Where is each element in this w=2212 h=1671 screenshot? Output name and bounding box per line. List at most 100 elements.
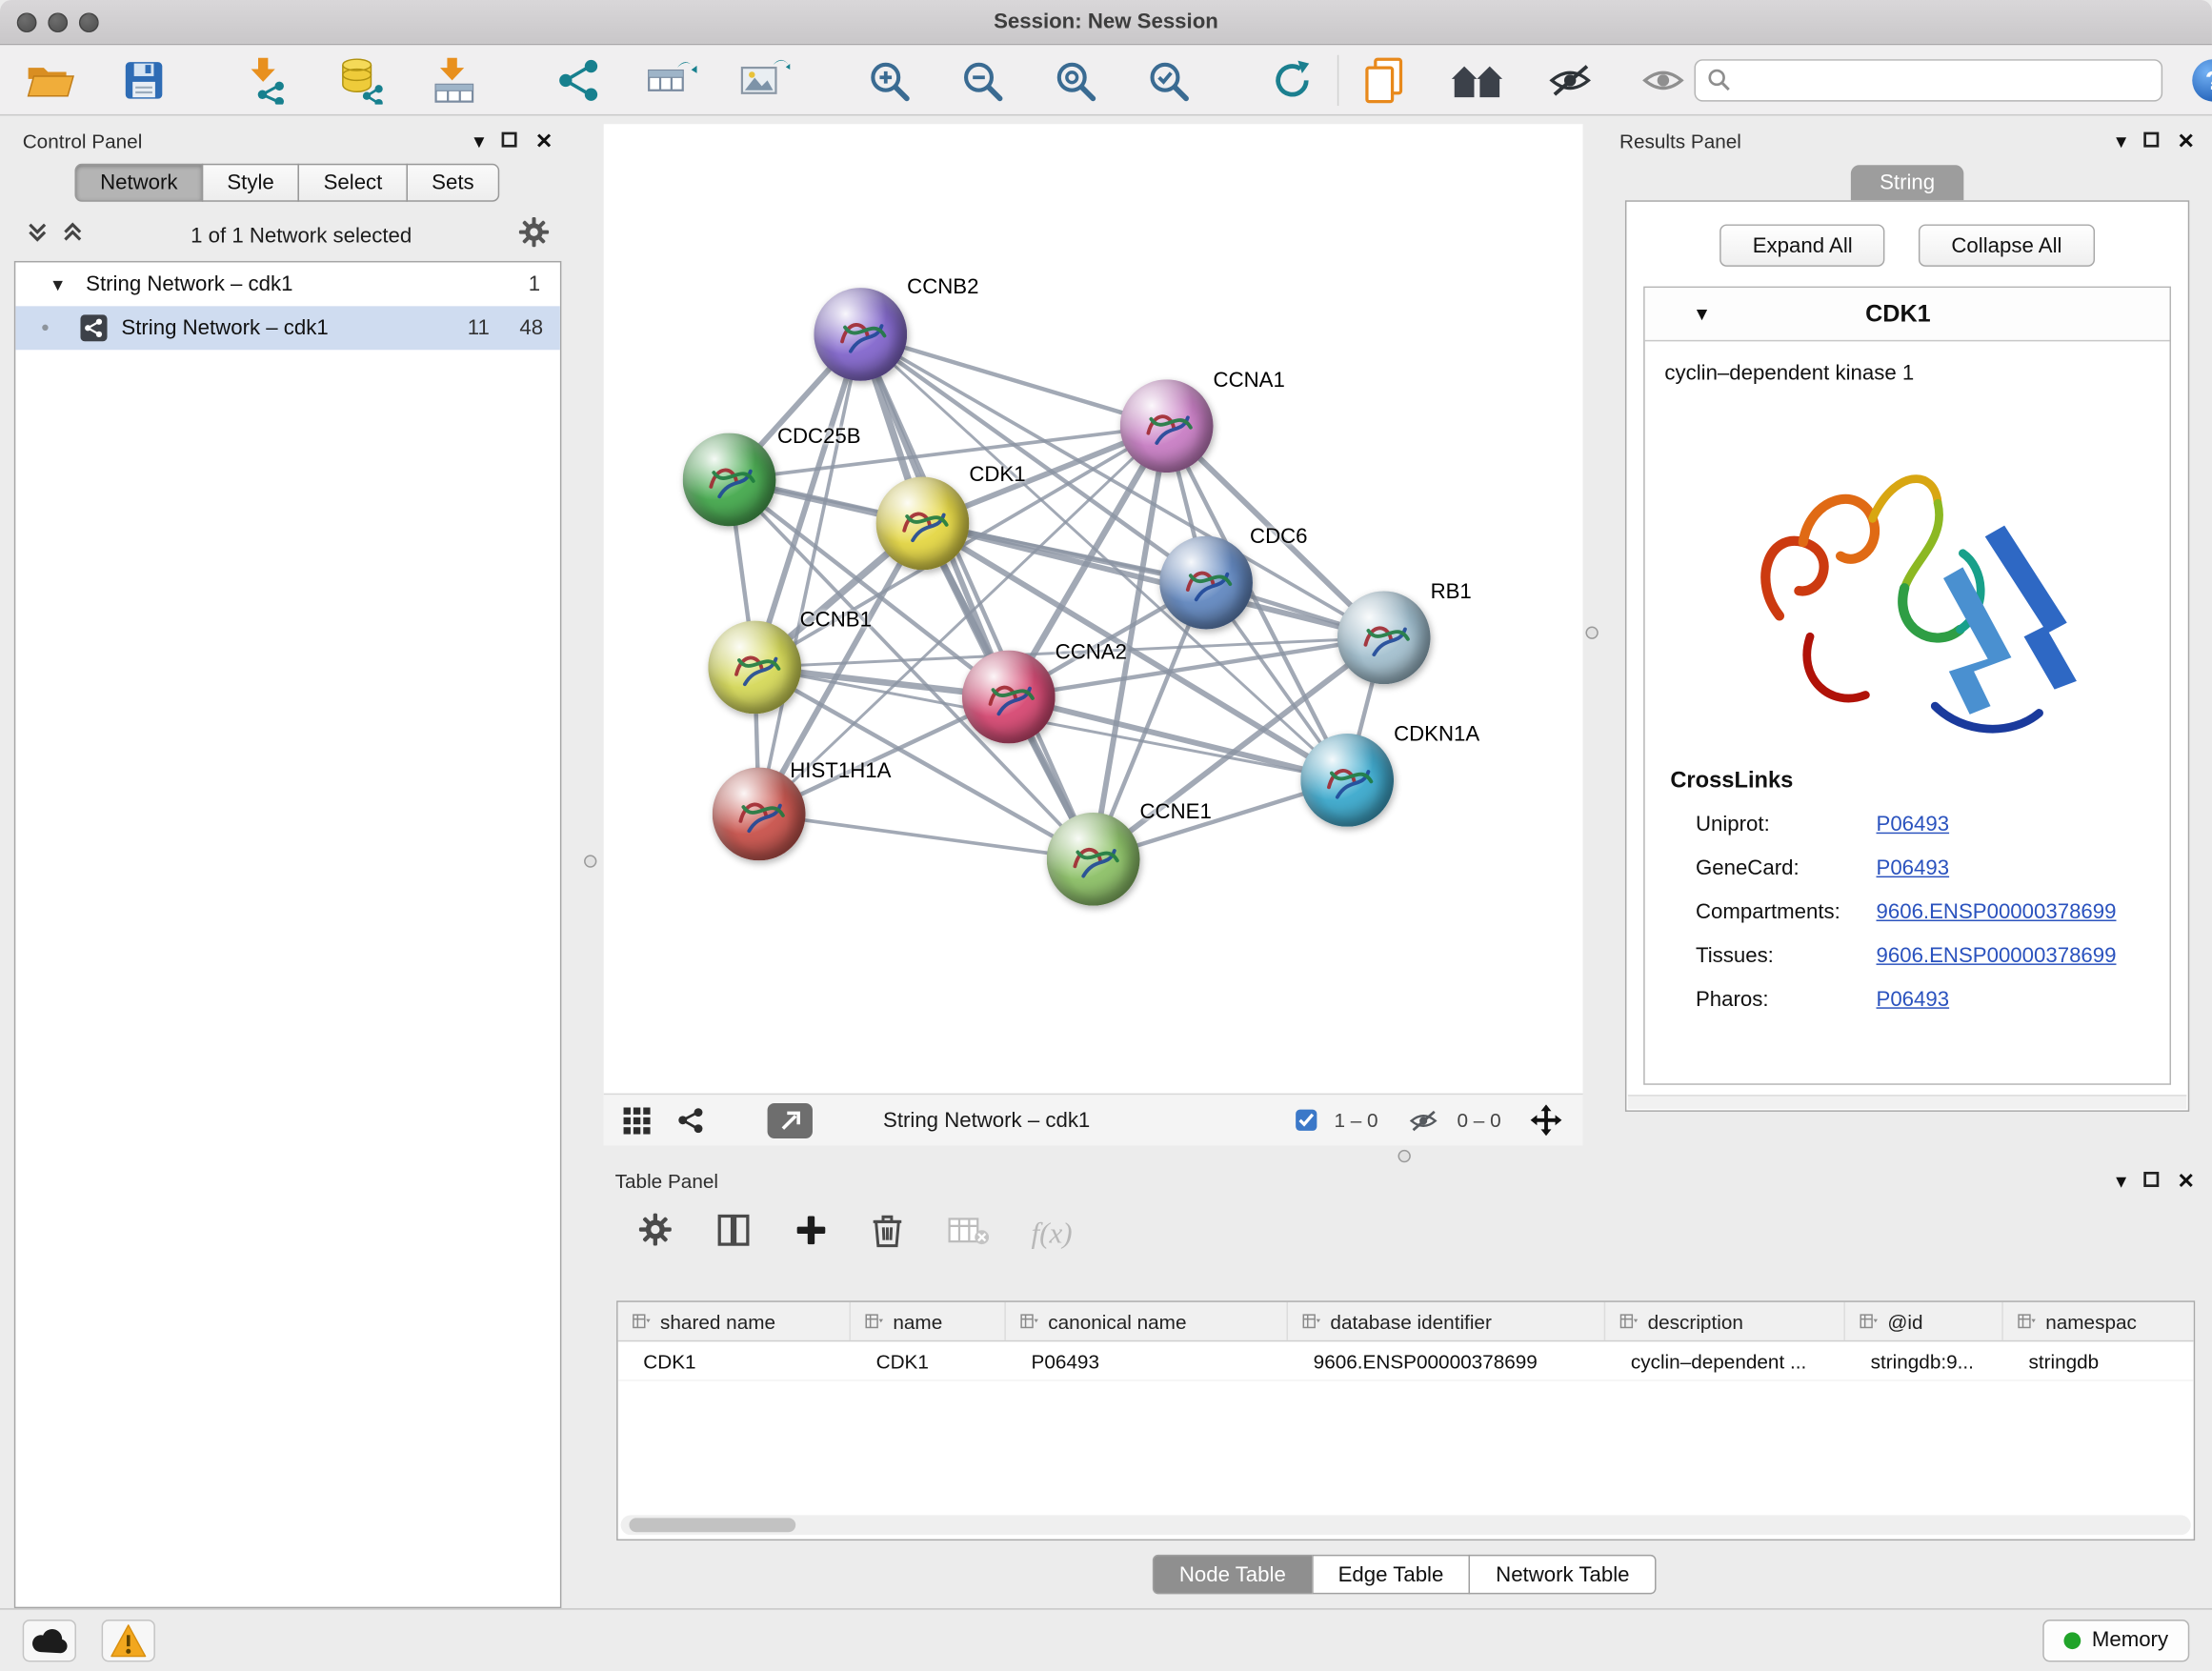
tab-node-table[interactable]: Node Table (1153, 1555, 1313, 1594)
add-column-icon[interactable] (794, 1213, 829, 1254)
network-node-ccna1[interactable] (1120, 379, 1214, 473)
crosslink-link[interactable]: P06493 (1877, 988, 1950, 1012)
network-node-ccna2[interactable] (962, 651, 1056, 744)
results-horizontal-scrollbar[interactable] (1628, 1095, 2186, 1109)
first-neighbors-button[interactable] (1446, 50, 1508, 110)
tab-network[interactable]: Network (74, 164, 203, 202)
import-table-from-file-button[interactable] (423, 50, 485, 110)
network-edge[interactable] (759, 334, 861, 814)
section-expander-icon[interactable]: ▼ (1693, 303, 1711, 324)
splitter-handle[interactable] (584, 855, 596, 867)
table-cell[interactable]: CDK1 (618, 1341, 851, 1379)
delete-column-icon[interactable] (871, 1211, 905, 1255)
table-cell[interactable]: 9606.ENSP00000378699 (1288, 1341, 1605, 1379)
import-network-from-file-button[interactable] (237, 50, 299, 110)
tab-select[interactable]: Select (298, 164, 408, 202)
panel-float-icon[interactable] (501, 131, 518, 151)
tab-sets[interactable]: Sets (407, 164, 500, 202)
network-options-gear-icon[interactable] (517, 216, 550, 255)
network-node-ccne1[interactable] (1047, 813, 1140, 906)
selected-checkbox-icon[interactable] (1295, 1109, 1317, 1132)
panel-menu-icon[interactable]: ▾ (473, 131, 484, 151)
clone-network-button[interactable] (1353, 50, 1415, 110)
network-node-ccnb1[interactable] (708, 621, 801, 715)
zoom-fit-button[interactable] (1044, 50, 1106, 110)
table-horizontal-scrollbar[interactable] (621, 1515, 2191, 1535)
network-node-rb1[interactable] (1337, 591, 1431, 684)
tab-style[interactable]: Style (202, 164, 300, 202)
column-header-description[interactable]: description (1605, 1302, 1845, 1340)
panel-close-icon[interactable]: ✕ (535, 131, 553, 151)
warnings-button[interactable] (102, 1619, 155, 1661)
table-settings-gear-icon[interactable] (637, 1212, 673, 1254)
apply-layout-button[interactable] (1261, 50, 1323, 110)
splitter-handle[interactable] (1585, 626, 1598, 638)
panel-menu-icon[interactable]: ▾ (2116, 131, 2126, 151)
network-overview-icon[interactable] (675, 1105, 705, 1135)
expand-all-networks-icon[interactable] (61, 220, 85, 252)
crosslink-link[interactable]: P06493 (1877, 856, 1950, 880)
column-header-name[interactable]: name (851, 1302, 1006, 1340)
new-network-button[interactable] (548, 50, 610, 110)
column-header-database-identifier[interactable]: database identifier (1288, 1302, 1605, 1340)
network-edge[interactable] (922, 523, 1383, 637)
panel-close-icon[interactable]: ✕ (2178, 1170, 2196, 1191)
crosslink-link[interactable]: P06493 (1877, 813, 1950, 836)
protein-section-header[interactable]: ▼ CDK1 (1645, 288, 2170, 341)
cloud-status-button[interactable] (23, 1619, 76, 1661)
expand-all-button[interactable]: Expand All (1720, 224, 1885, 266)
hidden-eye-icon[interactable] (1406, 1108, 1440, 1132)
network-node-cdc25b[interactable] (683, 433, 776, 527)
network-node-cdkn1a[interactable] (1300, 734, 1394, 827)
column-header-canonical-name[interactable]: canonical name (1006, 1302, 1288, 1340)
tab-string[interactable]: String (1851, 165, 1962, 200)
search-input[interactable] (1739, 69, 2150, 91)
hide-selected-button[interactable] (1539, 50, 1601, 110)
tab-edge-table[interactable]: Edge Table (1311, 1555, 1470, 1594)
zoom-in-button[interactable] (857, 50, 919, 110)
network-row[interactable]: ● String Network – cdk1 11 48 (15, 306, 560, 350)
import-network-from-database-button[interactable] (331, 50, 392, 110)
collapse-all-button[interactable]: Collapse All (1919, 224, 2094, 266)
network-collection-row[interactable]: ▼ String Network – cdk1 1 (15, 262, 560, 306)
open-session-button[interactable] (20, 50, 82, 110)
memory-button[interactable]: Memory (2042, 1619, 2189, 1661)
column-header-namespac[interactable]: namespac (2003, 1302, 2195, 1340)
splitter-handle[interactable] (1398, 1150, 1411, 1162)
zoom-out-button[interactable] (951, 50, 1013, 110)
collapse-all-networks-icon[interactable] (26, 220, 50, 252)
show-all-button[interactable] (1632, 50, 1694, 110)
table-cell[interactable]: CDK1 (851, 1341, 1006, 1379)
column-header--id[interactable]: @id (1845, 1302, 2003, 1340)
panel-float-icon[interactable] (2143, 1170, 2161, 1191)
export-view-button[interactable] (768, 1102, 813, 1137)
save-session-button[interactable] (112, 50, 174, 110)
birdseye-view-icon[interactable] (624, 1107, 651, 1134)
panel-float-icon[interactable] (2143, 131, 2161, 151)
network-node-cdc6[interactable] (1159, 536, 1253, 630)
network-edge[interactable] (860, 334, 1093, 859)
crosslink-link[interactable]: 9606.ENSP00000378699 (1877, 900, 2117, 924)
tree-expander-icon[interactable]: ▼ (50, 274, 67, 294)
show-columns-icon[interactable] (715, 1211, 753, 1255)
table-row[interactable]: CDK1CDK1P064939606.ENSP00000378699cyclin… (618, 1341, 2194, 1380)
table-cell[interactable]: stringdb:9... (1845, 1341, 2003, 1379)
network-canvas[interactable]: CCNB2CCNA1CDC25BCDK1CDC6RB1CCNB1CCNA2CDK… (604, 124, 1583, 1093)
crosslink-link[interactable]: 9606.ENSP00000378699 (1877, 944, 2117, 968)
search-field[interactable] (1694, 58, 2162, 100)
help-button[interactable]: ? (2182, 50, 2212, 110)
network-edge[interactable] (759, 814, 1094, 858)
table-cell[interactable]: P06493 (1006, 1341, 1288, 1379)
network-node-ccnb2[interactable] (814, 288, 907, 381)
panel-close-icon[interactable]: ✕ (2178, 131, 2196, 151)
scrollbar-thumb[interactable] (629, 1518, 795, 1532)
export-image-button[interactable] (734, 50, 795, 110)
tab-network-table[interactable]: Network Table (1469, 1555, 1657, 1594)
table-cell[interactable]: stringdb (2003, 1341, 2195, 1379)
column-header-shared-name[interactable]: shared name (618, 1302, 851, 1340)
pan-mode-icon[interactable] (1529, 1103, 1563, 1137)
network-node-cdk1[interactable] (876, 477, 970, 571)
zoom-selected-button[interactable] (1137, 50, 1199, 110)
panel-menu-icon[interactable]: ▾ (2116, 1170, 2126, 1191)
table-cell[interactable]: cyclin–dependent ... (1605, 1341, 1845, 1379)
